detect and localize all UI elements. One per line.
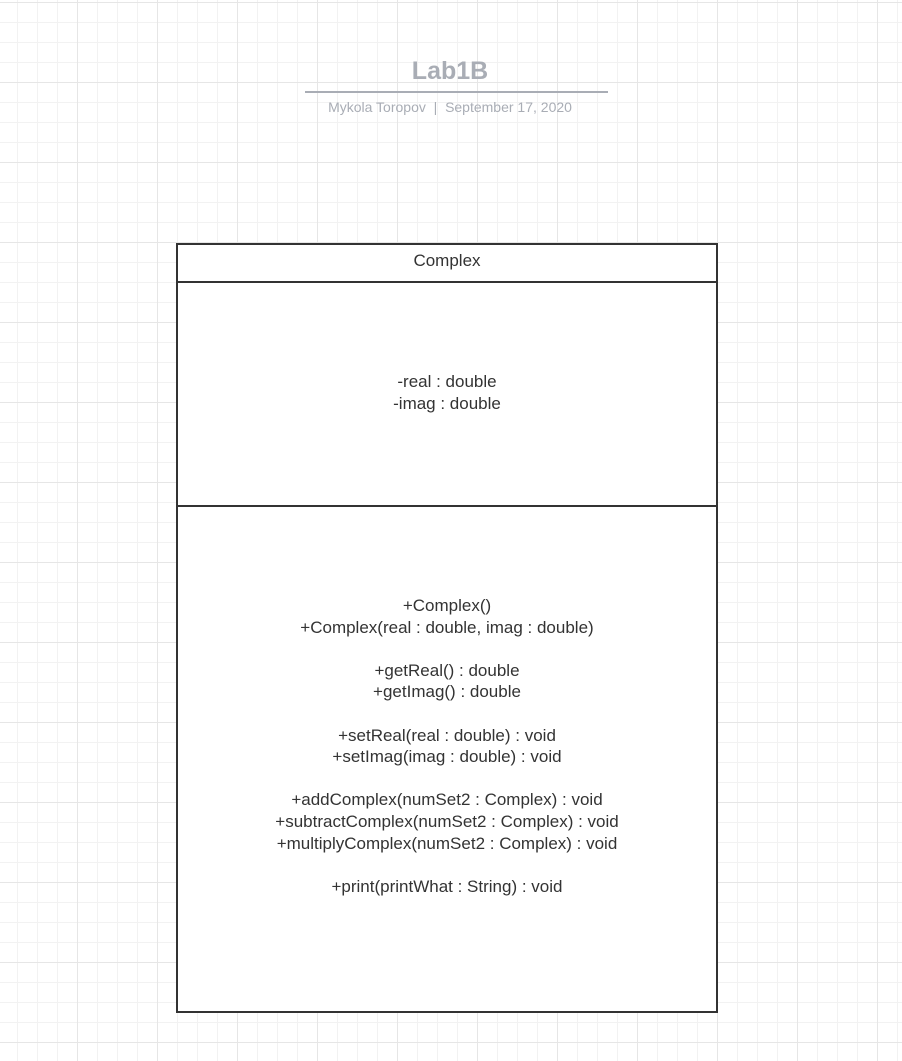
operation-multiply-complex: +multiplyComplex(numSet2 : Complex) : vo… xyxy=(276,834,618,853)
document-title: Lab1B xyxy=(411,57,489,85)
operation-print: +print(printWhat : String) : void xyxy=(331,877,563,896)
operation-constructor-params: +Complex(real : double, imag : double) xyxy=(300,618,594,637)
operation-add-complex: +addComplex(numSet2 : Complex) : void xyxy=(291,790,603,809)
document-meta: Mykola Toropov | September 17, 2020 xyxy=(250,98,650,116)
operation-get-real: +getReal() : double xyxy=(374,661,520,680)
operation-set-real: +setReal(real : double) : void xyxy=(338,726,556,745)
title-underline xyxy=(305,91,608,93)
author-name: Mykola Toropov xyxy=(328,99,426,115)
attribute-imag: -imag : double xyxy=(393,394,501,413)
operation-get-imag: +getImag() : double xyxy=(373,682,521,701)
operations-compartment: +Complex() +Complex(real : double, imag … xyxy=(178,507,716,1011)
meta-separator: | xyxy=(433,99,438,115)
operation-constructor-default: +Complex() xyxy=(402,596,492,615)
operation-set-imag: +setImag(imag : double) : void xyxy=(332,747,562,766)
uml-class-box[interactable]: Complex -real : double -imag : double +C… xyxy=(176,243,718,1013)
attribute-real: -real : double xyxy=(397,372,497,391)
document-date: September 17, 2020 xyxy=(445,99,572,115)
document-header: Lab1B xyxy=(250,54,650,88)
class-name: Complex xyxy=(178,245,716,283)
attributes-compartment: -real : double -imag : double xyxy=(178,283,716,507)
operation-subtract-complex: +subtractComplex(numSet2 : Complex) : vo… xyxy=(275,812,619,831)
